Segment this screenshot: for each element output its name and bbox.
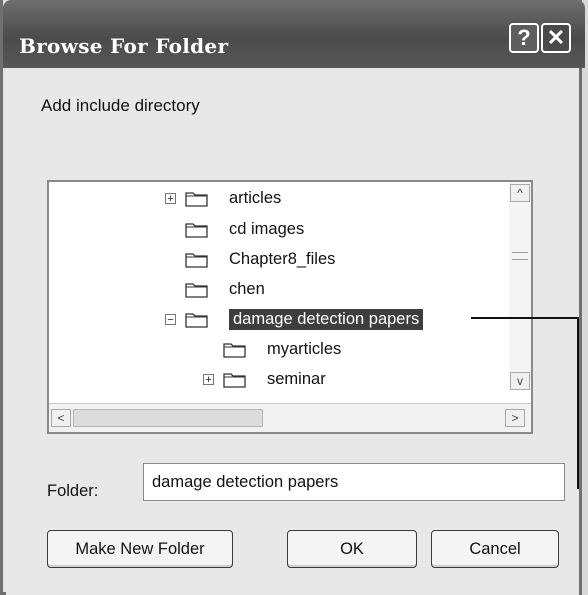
folder-tree[interactable]: + articles cd images Chapter8_files chen…	[47, 180, 533, 434]
expand-icon[interactable]: +	[165, 193, 176, 205]
callout-line	[577, 317, 579, 489]
collapse-icon[interactable]: −	[165, 314, 176, 326]
tree-item-myarticles[interactable]: myarticles	[203, 336, 341, 362]
scroll-right-button[interactable]: >	[505, 409, 525, 427]
folder-icon	[185, 223, 208, 238]
tree-item-label: myarticles	[267, 339, 342, 358]
horizontal-scrollbar[interactable]: < >	[49, 403, 531, 432]
tree-item-label: cd images	[229, 219, 305, 238]
expand-icon[interactable]: +	[203, 374, 214, 386]
folder-icon	[185, 283, 208, 298]
dialog-title: Browse For Folder	[19, 34, 229, 58]
vertical-scrollbar[interactable]: ^ v	[509, 182, 531, 390]
callout-line	[471, 317, 579, 319]
tree-item-label-selected: damage detection papers	[229, 308, 424, 330]
tree-item-chapter8-files[interactable]: Chapter8_files	[165, 246, 335, 272]
folder-icon	[185, 192, 208, 207]
scroll-up-button[interactable]: ^	[510, 184, 530, 202]
tree-item-label: chen	[229, 279, 265, 298]
scroll-down-button[interactable]: v	[510, 372, 530, 390]
tree-item-seminar[interactable]: + seminar	[203, 366, 326, 392]
ok-button[interactable]: OK	[287, 530, 417, 568]
tree-item-damage-detection-papers[interactable]: − damage detection papers	[165, 306, 424, 332]
tree-item-label: Chapter8_files	[229, 249, 336, 268]
folder-input[interactable]	[143, 463, 565, 501]
make-new-folder-button[interactable]: Make New Folder	[47, 530, 233, 568]
tree-item-label: articles	[229, 188, 282, 207]
tree-item-label: seminar	[267, 369, 326, 388]
dialog-prompt: Add include directory	[41, 96, 200, 115]
horizontal-scroll-thumb[interactable]	[73, 409, 263, 427]
title-bar[interactable]: Browse For Folder ? ✕	[3, 0, 585, 68]
close-button[interactable]: ✕	[541, 23, 571, 53]
help-button[interactable]: ?	[509, 23, 539, 53]
cancel-button[interactable]: Cancel	[431, 530, 559, 568]
scroll-thumb-grip[interactable]	[512, 252, 528, 260]
folder-icon	[223, 343, 246, 358]
tree-item-cd-images[interactable]: cd images	[165, 216, 304, 242]
tree-item-chen[interactable]: chen	[165, 276, 265, 302]
folder-label: Folder:	[47, 482, 99, 500]
folder-open-icon	[185, 313, 208, 328]
scroll-left-button[interactable]: <	[51, 409, 71, 427]
tree-item-articles[interactable]: + articles	[165, 185, 281, 211]
browse-for-folder-dialog: Browse For Folder ? ✕ Add include direct…	[0, 0, 585, 595]
folder-icon	[185, 253, 208, 268]
folder-icon	[223, 373, 246, 388]
